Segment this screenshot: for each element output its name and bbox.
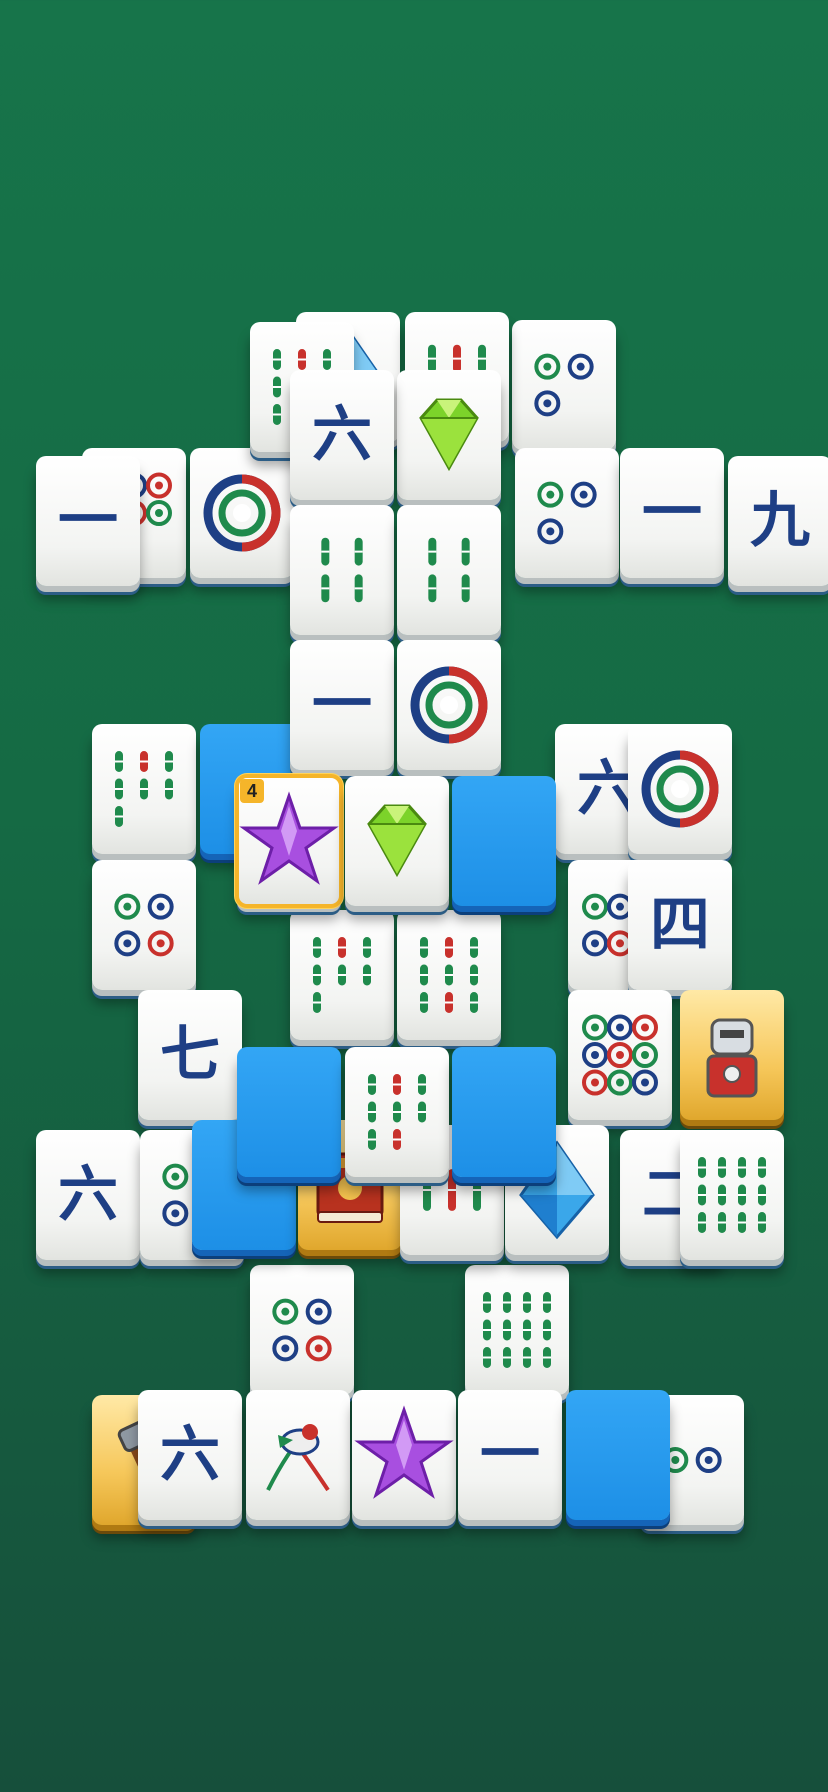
char-one-tile: 一 bbox=[36, 456, 140, 586]
circle-one-icon bbox=[190, 448, 294, 578]
blank-icon bbox=[237, 1047, 341, 1177]
blank-tile[interactable] bbox=[237, 1047, 341, 1177]
circles-icon bbox=[250, 1265, 354, 1395]
circles-tile[interactable] bbox=[512, 320, 616, 450]
robot-knight-icon bbox=[680, 990, 784, 1120]
robot-knight-tile[interactable] bbox=[680, 990, 784, 1120]
circles-tile[interactable] bbox=[250, 1265, 354, 1395]
bamboo-tile[interactable] bbox=[92, 724, 196, 854]
blank-tile[interactable] bbox=[452, 1047, 556, 1177]
char-one-icon: 一 bbox=[36, 456, 140, 586]
tile-character: 六 bbox=[58, 1160, 118, 1230]
green-gem-tile[interactable] bbox=[397, 370, 501, 500]
tile-character: 一 bbox=[58, 486, 118, 556]
circle-one-tile[interactable] bbox=[628, 724, 732, 854]
char-six-tile[interactable]: 六 bbox=[290, 370, 394, 500]
char-seven-tile[interactable]: 七 bbox=[138, 990, 242, 1120]
bamboo-tile[interactable] bbox=[290, 910, 394, 1040]
green-gem-tile[interactable] bbox=[345, 776, 449, 906]
circles-icon bbox=[515, 448, 619, 578]
bamboo-icon bbox=[290, 910, 394, 1040]
char-six-icon: 六 bbox=[138, 1390, 242, 1520]
tile-character: 六 bbox=[312, 400, 372, 470]
star-tile[interactable]: 4 bbox=[235, 774, 343, 908]
mahjong-board: 一一九六 四七 六二 六 一 六一 4 bbox=[0, 0, 828, 1792]
bamboo-icon bbox=[397, 910, 501, 1040]
blank-tile[interactable] bbox=[566, 1390, 670, 1520]
circles-tile[interactable] bbox=[515, 448, 619, 578]
green-gem-icon bbox=[345, 776, 449, 906]
char-one-tile[interactable]: 一 bbox=[458, 1390, 562, 1520]
bamboo-tile[interactable] bbox=[465, 1265, 569, 1395]
tile-character: 七 bbox=[160, 1020, 220, 1090]
bamboo-tile[interactable] bbox=[290, 505, 394, 635]
circle-one-tile[interactable] bbox=[397, 640, 501, 770]
star-tile[interactable] bbox=[352, 1390, 456, 1520]
green-gem-icon bbox=[397, 370, 501, 500]
char-nine-icon: 九 bbox=[728, 456, 828, 586]
tile-count-badge: 4 bbox=[240, 779, 264, 803]
circles-tile[interactable] bbox=[568, 990, 672, 1120]
bamboo-icon bbox=[290, 505, 394, 635]
tile-character: 一 bbox=[642, 478, 702, 548]
bird-icon bbox=[246, 1390, 350, 1520]
tile-character: 一 bbox=[480, 1420, 540, 1490]
blank-icon bbox=[566, 1390, 670, 1520]
char-one-tile[interactable]: 一 bbox=[620, 448, 724, 578]
tile-character: 四 bbox=[650, 890, 710, 960]
bamboo-icon bbox=[92, 724, 196, 854]
char-one-icon: 一 bbox=[620, 448, 724, 578]
char-six-tile[interactable]: 六 bbox=[36, 1130, 140, 1260]
circles-icon bbox=[512, 320, 616, 450]
char-four-tile[interactable]: 四 bbox=[628, 860, 732, 990]
bamboo-icon bbox=[397, 505, 501, 635]
char-one-tile[interactable]: 一 bbox=[290, 640, 394, 770]
blank-icon bbox=[452, 1047, 556, 1177]
bamboo-tile[interactable] bbox=[397, 910, 501, 1040]
circle-one-icon bbox=[628, 724, 732, 854]
bamboo-icon bbox=[345, 1047, 449, 1177]
bamboo-tile[interactable] bbox=[345, 1047, 449, 1177]
bamboo-tile[interactable] bbox=[397, 505, 501, 635]
blank-tile[interactable] bbox=[452, 776, 556, 906]
char-seven-icon: 七 bbox=[138, 990, 242, 1120]
tile-character: 六 bbox=[160, 1420, 220, 1490]
char-six-icon: 六 bbox=[36, 1130, 140, 1260]
blank-icon bbox=[452, 776, 556, 906]
bamboo-tile[interactable] bbox=[680, 1130, 784, 1260]
char-one-icon: 一 bbox=[458, 1390, 562, 1520]
bamboo-icon bbox=[680, 1130, 784, 1260]
star-icon bbox=[352, 1390, 456, 1520]
tile-character: 九 bbox=[750, 486, 810, 556]
char-six-icon: 六 bbox=[290, 370, 394, 500]
char-nine-tile[interactable]: 九 bbox=[728, 456, 828, 586]
circle-one-tile[interactable] bbox=[190, 448, 294, 578]
circles-icon bbox=[568, 990, 672, 1120]
tile-character: 一 bbox=[312, 670, 372, 740]
bird-tile[interactable] bbox=[246, 1390, 350, 1520]
bamboo-icon bbox=[465, 1265, 569, 1395]
char-six-tile[interactable]: 六 bbox=[138, 1390, 242, 1520]
circles-icon bbox=[92, 860, 196, 990]
char-one-icon: 一 bbox=[290, 640, 394, 770]
circle-one-icon bbox=[397, 640, 501, 770]
char-four-icon: 四 bbox=[628, 860, 732, 990]
circles-tile[interactable] bbox=[92, 860, 196, 990]
